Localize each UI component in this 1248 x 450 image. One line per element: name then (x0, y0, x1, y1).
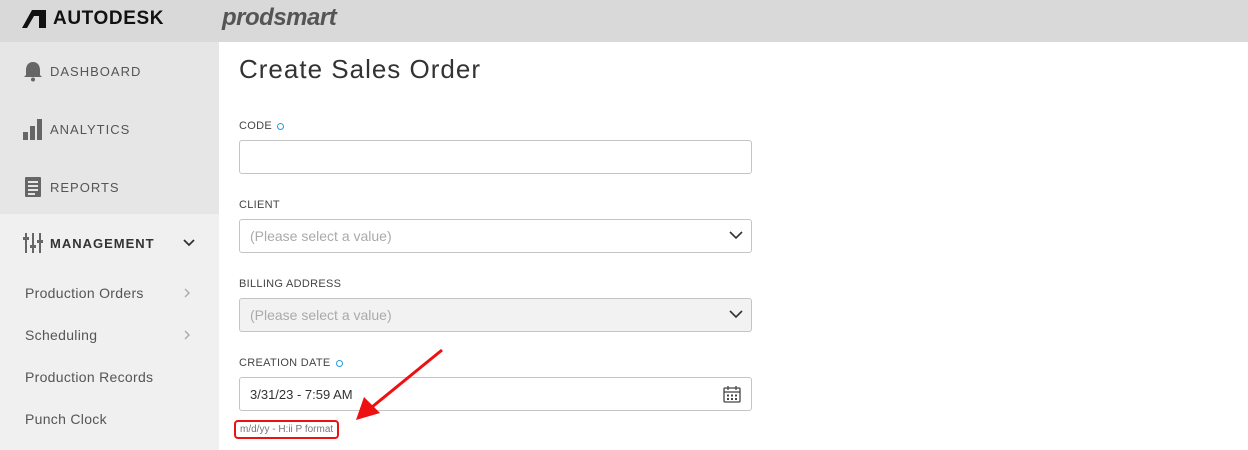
client-select[interactable]: (Please select a value) (239, 219, 752, 253)
autodesk-mark-icon (22, 10, 46, 28)
sidebar-item-management[interactable]: MANAGEMENT (0, 214, 219, 272)
creation-date-input[interactable]: 3/31/23 - 7:59 AM (239, 377, 752, 411)
sidebar-item-dashboard[interactable]: DASHBOARD (0, 42, 219, 100)
sidebar-item-label: DASHBOARD (50, 63, 142, 79)
top-bar: AUTODESK prodsmart (0, 0, 1248, 42)
autodesk-wordmark: AUTODESK (53, 8, 165, 29)
sidebar-subitem-label: Scheduling (25, 327, 98, 343)
sidebar-subitem-production-orders[interactable]: Production Orders (0, 272, 219, 314)
sidebar-subitem-label: Production Records (25, 369, 154, 385)
chevron-down-icon (729, 231, 743, 240)
autodesk-logo[interactable]: AUTODESK (22, 8, 164, 30)
client-label: CLIENT (239, 199, 280, 211)
required-indicator-icon (276, 122, 284, 130)
sidebar-subitem-punch-clock[interactable]: Punch Clock (0, 398, 219, 440)
chevron-right-icon (184, 288, 190, 298)
chevron-down-icon (729, 310, 743, 319)
bar-chart-icon (22, 118, 44, 140)
chevron-right-icon (184, 330, 190, 340)
creation-date-label-text: CREATION DATE (239, 357, 331, 369)
sidebar-item-label: REPORTS (50, 179, 120, 195)
annotation-arrow-icon (356, 348, 443, 420)
document-icon (22, 176, 44, 198)
product-name: prodsmart (222, 4, 337, 31)
sidebar-item-analytics[interactable]: ANALYTICS (0, 100, 219, 158)
sidebar-subitem-production-records[interactable]: Production Records (0, 356, 219, 398)
client-select-placeholder: (Please select a value) (250, 228, 392, 244)
sidebar-subitem-scheduling[interactable]: Scheduling (0, 314, 219, 356)
required-indicator-icon (335, 359, 343, 367)
date-format-hint: m/d/yy - H:ii P format (234, 420, 340, 439)
creation-date-label: CREATION DATE (239, 357, 343, 369)
chevron-down-icon[interactable] (183, 237, 195, 249)
sidebar: DASHBOARD ANALYTICS REPORTS MANAGEMENT P… (0, 42, 219, 450)
page-title: Create Sales Order (239, 54, 481, 84)
sidebar-item-reports[interactable]: REPORTS (0, 158, 219, 216)
code-input[interactable] (239, 140, 752, 174)
creation-date-value: 3/31/23 - 7:59 AM (250, 387, 353, 402)
code-label: CODE (239, 120, 284, 132)
bell-icon (22, 60, 44, 82)
billing-address-label: BILLING ADDRESS (239, 278, 342, 290)
calendar-icon[interactable] (723, 385, 741, 403)
billing-address-placeholder: (Please select a value) (250, 307, 392, 323)
billing-address-select[interactable]: (Please select a value) (239, 298, 752, 332)
sliders-icon (22, 232, 44, 254)
sidebar-subitem-label: Production Orders (25, 285, 144, 301)
sidebar-item-label: MANAGEMENT (50, 235, 155, 251)
sidebar-subitem-label: Punch Clock (25, 411, 107, 427)
sidebar-item-label: ANALYTICS (50, 121, 131, 137)
code-label-text: CODE (239, 120, 272, 132)
